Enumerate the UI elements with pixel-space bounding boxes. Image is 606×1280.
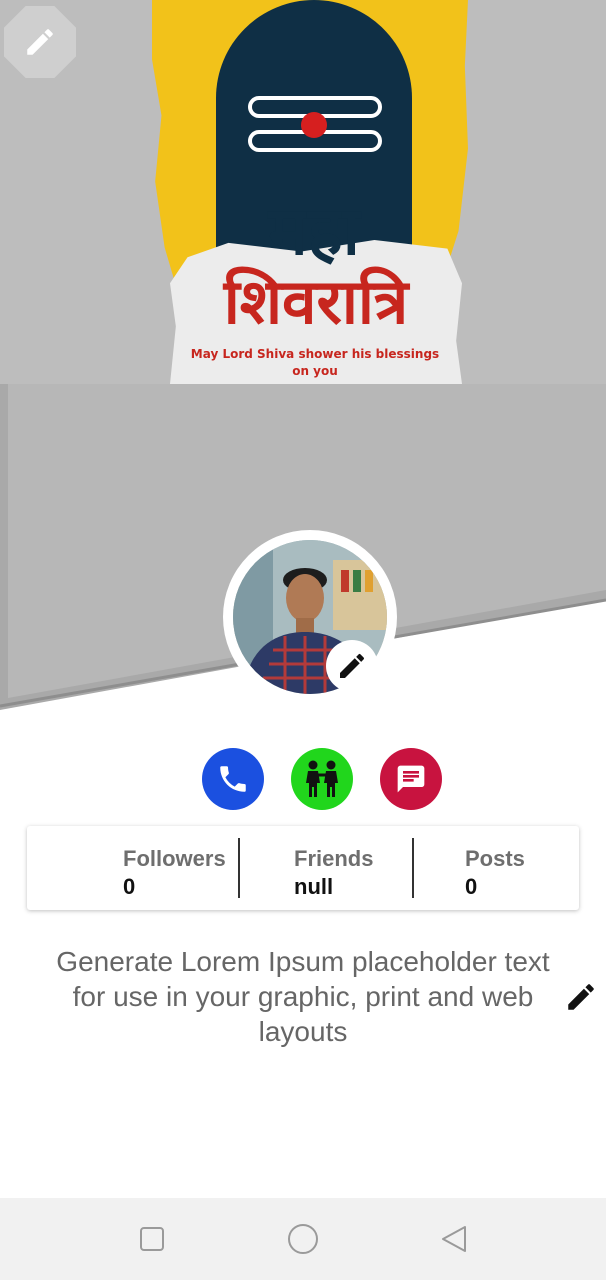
cover-banner-image[interactable]: महा शिवरात्रि May Lord Shiva shower his … <box>0 0 606 384</box>
people-icon <box>306 760 338 797</box>
pencil-icon <box>27 29 53 55</box>
divider <box>412 838 414 898</box>
stat-value: null <box>294 874 334 899</box>
message-button[interactable] <box>380 748 442 810</box>
banner-title-line2: शिवरात्रि <box>223 265 409 338</box>
stats-card: Followers 0 Friends null Posts 0 <box>27 826 579 910</box>
stat-value: 0 <box>123 874 136 899</box>
edit-avatar-button[interactable] <box>326 640 378 692</box>
friends-button[interactable] <box>291 748 353 810</box>
stat-label: Followers <box>123 846 226 871</box>
pencil-icon <box>568 984 594 1010</box>
home-circle-icon[interactable] <box>287 1223 319 1255</box>
pencil-icon <box>340 653 365 678</box>
divider <box>238 838 240 898</box>
tripundra-dot <box>301 112 327 138</box>
banner-caption: May Lord Shiva shower his blessings on y… <box>190 347 440 378</box>
system-navigation-bar <box>0 1198 606 1280</box>
stat-value: 0 <box>465 874 478 899</box>
back-triangle-icon[interactable] <box>438 1223 470 1255</box>
call-button[interactable] <box>202 748 264 810</box>
stat-posts[interactable]: Posts 0 <box>465 846 525 902</box>
stat-label: Posts <box>465 846 525 871</box>
bio-text: Generate Lorem Ipsum placeholder text fo… <box>56 946 550 1047</box>
edit-bio-button[interactable] <box>564 980 598 1014</box>
stat-followers[interactable]: Followers 0 <box>123 846 226 902</box>
chat-icon <box>397 765 425 793</box>
banner-title-line1: महा <box>268 193 360 270</box>
stat-label: Friends <box>294 846 374 871</box>
phone-icon <box>220 766 246 792</box>
stat-friends[interactable]: Friends null <box>294 846 373 902</box>
recents-square-icon[interactable] <box>136 1223 168 1255</box>
